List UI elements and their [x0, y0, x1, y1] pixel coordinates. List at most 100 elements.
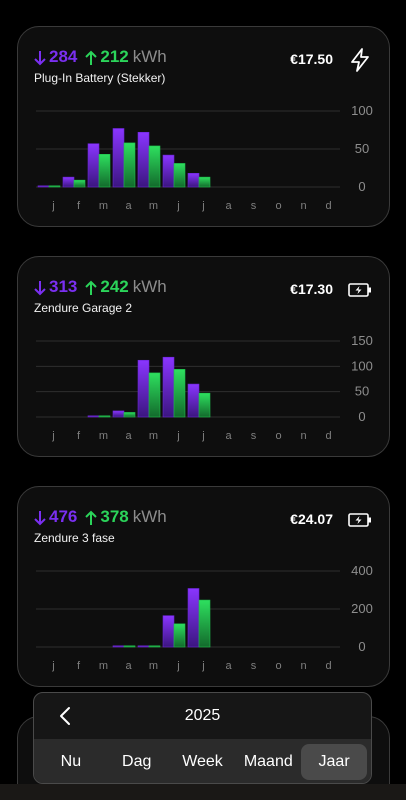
- month-label: m: [149, 430, 158, 442]
- month-label: o: [275, 200, 281, 212]
- y-tick-label: 0: [358, 409, 365, 424]
- energy-unit: kWh: [132, 47, 167, 66]
- bar-consumed: [62, 176, 75, 188]
- device-name: Zendure Garage 2: [34, 301, 133, 315]
- y-tick-label: 50: [355, 141, 369, 156]
- bar-produced: [123, 142, 136, 188]
- bar-consumed: [137, 645, 150, 648]
- month-label: n: [300, 660, 306, 672]
- energy-stats: 476 378 kWh: [34, 507, 167, 527]
- y-tick-label: 0: [358, 639, 365, 654]
- bar-consumed: [162, 154, 175, 188]
- period-tabs: Nu Dag Week Maand Jaar: [34, 739, 371, 783]
- consumed-value: 313: [34, 277, 77, 297]
- month-label: a: [225, 660, 232, 672]
- month-label: f: [77, 660, 81, 672]
- device-name: Zendure 3 fase: [34, 531, 115, 545]
- bar-consumed: [187, 588, 200, 648]
- bar-produced: [198, 599, 211, 648]
- month-label: j: [176, 200, 179, 212]
- bar-produced: [98, 415, 111, 418]
- price-value: €17.30: [290, 281, 333, 297]
- bar-produced: [198, 176, 211, 188]
- month-label: a: [125, 660, 132, 672]
- bar-produced: [173, 623, 186, 648]
- month-label: j: [176, 430, 179, 442]
- month-label: s: [251, 660, 257, 672]
- month-label: m: [99, 660, 108, 672]
- device-card-zendure-garage-2[interactable]: 150 100 50 0 j f m a m j j a s o n d 313 242 kWh Zendur…: [17, 256, 390, 457]
- month-label: m: [149, 660, 158, 672]
- bar-consumed: [187, 173, 200, 188]
- month-label: a: [125, 200, 132, 212]
- bar-produced: [48, 185, 61, 188]
- month-label: a: [125, 430, 132, 442]
- y-tick-label: 200: [351, 601, 373, 616]
- y-tick-label: 0: [358, 179, 365, 194]
- bar-consumed: [187, 383, 200, 418]
- bar-consumed: [87, 415, 100, 418]
- battery-charging-icon: [348, 513, 371, 527]
- consumed-value: 476: [34, 507, 77, 527]
- month-label: f: [77, 200, 81, 212]
- energy-stats: 284 212 kWh: [34, 47, 167, 67]
- month-label: a: [225, 200, 232, 212]
- arrow-down-icon: [34, 280, 46, 295]
- month-label: d: [325, 430, 331, 442]
- bar-produced: [148, 645, 161, 648]
- bar-produced: [198, 392, 211, 418]
- price-value: €17.50: [290, 51, 333, 67]
- tab-dag[interactable]: Dag: [104, 744, 170, 780]
- consumed-value: 284: [34, 47, 77, 67]
- arrow-down-icon: [34, 50, 46, 65]
- bar-consumed: [112, 410, 125, 418]
- tab-maand[interactable]: Maand: [235, 744, 301, 780]
- bar-produced: [148, 145, 161, 188]
- arrow-up-icon: [85, 280, 98, 295]
- energy-unit: kWh: [132, 507, 167, 526]
- bar-produced: [73, 179, 86, 188]
- device-card-plug-in-battery[interactable]: 100 50 0 j f m a m j j a s o n d 284 212 kWh Plug-In B…: [17, 26, 390, 227]
- tab-nu[interactable]: Nu: [38, 744, 104, 780]
- device-name: Plug-In Battery (Stekker): [34, 71, 166, 85]
- month-label: j: [176, 660, 179, 672]
- produced-value: 242: [85, 277, 129, 297]
- bar-consumed: [112, 128, 125, 188]
- selected-year: 2025: [184, 707, 221, 724]
- battery-charging-icon: [348, 283, 371, 297]
- bar-consumed: [162, 615, 175, 648]
- y-tick-label: 100: [351, 103, 373, 118]
- price-value: €24.07: [290, 511, 333, 527]
- arrow-down-icon: [34, 510, 46, 525]
- bar-produced: [123, 645, 136, 648]
- month-label: a: [225, 430, 232, 442]
- y-tick-label: 150: [351, 333, 373, 348]
- month-label: d: [325, 660, 331, 672]
- y-tick-label: 50: [355, 384, 369, 399]
- month-label: j: [201, 660, 204, 672]
- month-label: n: [300, 200, 306, 212]
- month-label: j: [201, 200, 204, 212]
- energy-stats: 313 242 kWh: [34, 277, 167, 297]
- month-label: d: [325, 200, 331, 212]
- produced-value: 212: [85, 47, 129, 67]
- arrow-up-icon: [85, 510, 98, 525]
- month-label: j: [201, 430, 204, 442]
- bar-produced: [148, 372, 161, 418]
- bar-produced: [123, 412, 136, 418]
- bar-consumed: [112, 645, 125, 648]
- month-label: j: [51, 430, 54, 442]
- bar-produced: [173, 369, 186, 418]
- lightning-icon: [351, 48, 369, 72]
- tab-jaar[interactable]: Jaar: [301, 744, 367, 780]
- month-label: o: [275, 660, 281, 672]
- bar-consumed: [162, 356, 175, 418]
- tab-week[interactable]: Week: [170, 744, 236, 780]
- device-card-zendure-3-fase[interactable]: 400 200 0 j f m a m j j a s o n d 476 378 kWh Zendure …: [17, 486, 390, 687]
- month-label: j: [51, 660, 54, 672]
- month-label: m: [149, 200, 158, 212]
- month-label: s: [251, 430, 257, 442]
- bar-consumed: [137, 359, 150, 418]
- y-tick-label: 400: [351, 563, 373, 578]
- bar-consumed: [137, 131, 150, 188]
